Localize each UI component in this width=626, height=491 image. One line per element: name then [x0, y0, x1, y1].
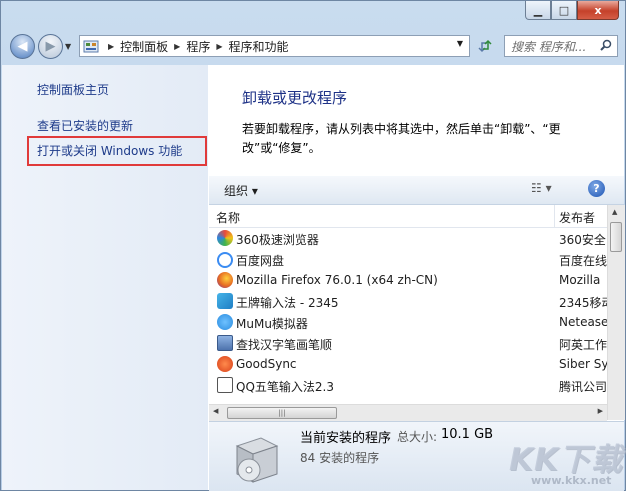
column-divider[interactable] — [554, 205, 555, 227]
program-row[interactable]: QQ五笔输入法2.3 腾讯公司 — [209, 375, 607, 396]
input-method-icon — [217, 293, 233, 309]
program-name: 查找汉字笔画笔顺 — [236, 338, 333, 352]
program-publisher: 百度在线 — [559, 254, 607, 268]
window-frame: ▁ □ x ◀ ▶ ▼ ▶ 控制面板 ▶ 程序 ▶ 程序和功能 ▼ 搜索 程序和… — [0, 0, 626, 491]
scroll-right-icon[interactable]: ▶ — [598, 407, 603, 415]
command-toolbar: 组织 ▾ ☷ ▾ ? — [209, 176, 624, 205]
program-list: 360极速浏览器 360安全 百度网盘 百度在线 Mozilla Firefox… — [209, 228, 607, 404]
view-options-icon[interactable]: ☷ ▾ — [531, 181, 552, 195]
control-panel-icon — [83, 39, 99, 53]
content-area: 控制面板主页 查看已安装的更新 打开或关闭 Windows 功能 卸载或更改程序… — [2, 65, 625, 491]
app-window-icon — [217, 335, 233, 351]
page-title: 卸载或更改程序 — [242, 89, 348, 107]
breadcrumb-control-panel[interactable]: 控制面板 — [120, 38, 168, 55]
total-size-label: 总大小: — [397, 430, 438, 444]
breadcrumb-separator-icon[interactable]: ▶ — [174, 42, 180, 51]
goodsync-icon — [217, 356, 233, 372]
vertical-scrollbar[interactable]: ▲ — [607, 205, 625, 420]
refresh-icon[interactable] — [474, 35, 496, 57]
qq-wubi-icon — [217, 377, 233, 393]
breadcrumb-separator-icon[interactable]: ▶ — [216, 42, 222, 51]
watermark-url: www.kkx.net — [531, 474, 612, 487]
program-row[interactable]: 百度网盘 百度在线 — [209, 249, 607, 270]
sidebar-item-view-installed-updates[interactable]: 查看已安装的更新 — [37, 117, 133, 134]
program-row[interactable]: 查找汉字笔画笔顺 阿英工作 — [209, 333, 607, 354]
sidebar-item-control-panel-home[interactable]: 控制面板主页 — [37, 81, 109, 98]
search-input[interactable]: 搜索 程序和... — [504, 35, 618, 57]
navigation-bar: ◀ ▶ ▼ ▶ 控制面板 ▶ 程序 ▶ 程序和功能 ▼ 搜索 程序和... — [1, 29, 626, 65]
program-row[interactable]: 王牌输入法 - 2345 2345移动 — [209, 291, 607, 312]
program-publisher: Mozilla — [559, 273, 601, 287]
watermark-text: KK下载 — [509, 442, 624, 478]
search-placeholder: 搜索 程序和... — [511, 39, 587, 54]
program-publisher: 360安全 — [559, 233, 606, 247]
total-size-value: 10.1 GB — [441, 427, 494, 442]
360-browser-icon — [217, 230, 233, 246]
program-row[interactable]: Mozilla Firefox 76.0.1 (x64 zh-CN) Mozil… — [209, 270, 607, 291]
address-bar[interactable]: ▶ 控制面板 ▶ 程序 ▶ 程序和功能 ▼ — [79, 35, 470, 57]
column-header-publisher[interactable]: 发布者 — [559, 209, 595, 226]
program-row[interactable]: 360极速浏览器 360安全 — [209, 228, 607, 249]
maximize-icon[interactable]: □ — [551, 1, 577, 20]
recent-pages-dropdown-icon[interactable]: ▼ — [65, 42, 71, 51]
highlight-box — [27, 136, 207, 166]
installed-count: 84 安装的程序 — [300, 451, 380, 465]
scroll-up-icon[interactable]: ▲ — [612, 208, 617, 216]
address-dropdown-icon[interactable]: ▼ — [457, 39, 463, 48]
organize-button[interactable]: 组织 ▾ — [224, 182, 258, 199]
main-pane: 卸载或更改程序 若要卸载程序，请从列表中将其选中，然后单击“卸载”、“更改”或“… — [209, 65, 625, 491]
program-name: Mozilla Firefox 76.0.1 (x64 zh-CN) — [236, 273, 438, 287]
program-name: GoodSync — [236, 357, 297, 371]
column-header-row: 名称 发布者 — [209, 205, 607, 228]
left-task-pane: 控制面板主页 查看已安装的更新 打开或关闭 Windows 功能 — [2, 65, 208, 490]
minimize-icon[interactable]: ▁ — [525, 1, 551, 20]
program-publisher: 2345移动 — [559, 296, 607, 310]
column-header-name[interactable]: 名称 — [216, 209, 240, 226]
vertical-scroll-thumb[interactable] — [610, 222, 622, 252]
watermark-logo: KK下载 www.kkx.net — [507, 434, 625, 489]
breadcrumb-programs[interactable]: 程序 — [186, 38, 210, 55]
horizontal-scroll-thumb[interactable]: ||| — [227, 407, 337, 419]
forward-arrow-icon[interactable]: ▶ — [38, 34, 63, 59]
horizontal-scrollbar[interactable]: ◀ ||| ▶ — [209, 404, 607, 421]
program-name: 王牌输入法 - 2345 — [236, 296, 339, 310]
search-icon[interactable] — [600, 39, 612, 54]
back-arrow-icon[interactable]: ◀ — [10, 34, 35, 59]
program-row[interactable]: MuMu模拟器 Netease — [209, 312, 607, 333]
breadcrumb-programs-and-features[interactable]: 程序和功能 — [229, 38, 289, 55]
mumu-icon — [217, 314, 233, 330]
baidu-netdisk-icon — [217, 252, 233, 268]
program-publisher: Netease — [559, 315, 607, 329]
installer-box-icon — [231, 428, 283, 486]
program-name: 360极速浏览器 — [236, 233, 319, 247]
status-title: 当前安装的程序 — [300, 431, 392, 446]
scroll-left-icon[interactable]: ◀ — [213, 407, 218, 415]
program-row[interactable]: GoodSync Siber Sy — [209, 354, 607, 375]
program-publisher: Siber Sy — [559, 357, 607, 371]
close-icon[interactable]: x — [577, 1, 619, 20]
breadcrumb-separator-icon: ▶ — [108, 41, 115, 51]
program-publisher: 阿英工作 — [559, 338, 607, 352]
caption-buttons: ▁ □ x — [525, 1, 619, 21]
program-name: 百度网盘 — [236, 254, 285, 268]
program-name: QQ五笔输入法2.3 — [236, 380, 334, 394]
help-icon[interactable]: ? — [588, 180, 605, 197]
firefox-icon — [217, 272, 233, 288]
program-name: MuMu模拟器 — [236, 317, 308, 331]
page-description: 若要卸载程序，请从列表中将其选中，然后单击“卸载”、“更改”或“修复”。 — [242, 122, 561, 155]
program-publisher: 腾讯公司 — [559, 380, 607, 394]
